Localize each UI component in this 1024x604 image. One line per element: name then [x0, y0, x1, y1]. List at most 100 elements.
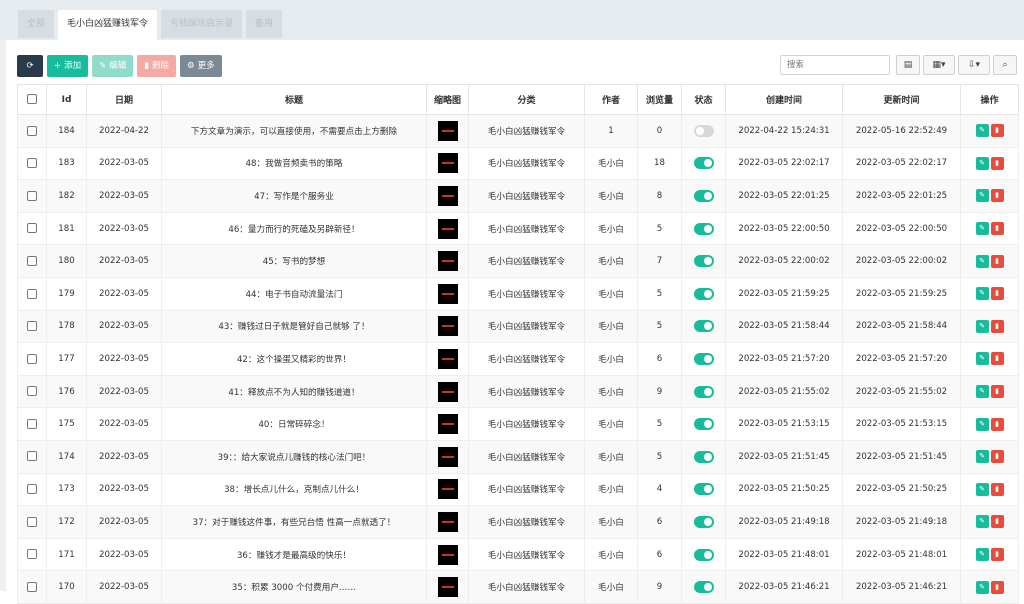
delete-button[interactable]: ▮ 删除	[137, 55, 176, 77]
export-dropdown[interactable]: ⇩▾	[958, 55, 990, 75]
row-edit-button[interactable]: ✎	[975, 417, 989, 431]
row-edit-button[interactable]: ✎	[975, 222, 989, 236]
table-row[interactable]: 175 2022-03-05 40：日常碎碎念！ 毛小白凶猛赚钱军令 毛小白 5 2022-…	[17, 407, 1019, 441]
status-toggle[interactable]	[693, 189, 714, 202]
thumbnail-image[interactable]	[437, 218, 458, 239]
table-row[interactable]: 174 2022-03-05 39：：给大家说点儿赚钱的核心法门吧！ 毛小白凶猛赚钱军…	[17, 439, 1019, 474]
status-toggle[interactable]	[693, 124, 714, 137]
status-toggle[interactable]	[693, 222, 714, 235]
status-toggle[interactable]	[693, 287, 714, 300]
row-delete-button[interactable]: ▮	[990, 482, 1004, 496]
row-delete-button[interactable]: ▮	[990, 156, 1004, 170]
toggle-view-button[interactable]: ▤	[896, 55, 920, 75]
row-delete-button[interactable]: ▮	[990, 189, 1004, 203]
status-toggle[interactable]	[693, 255, 714, 268]
status-toggle[interactable]	[693, 581, 714, 594]
row-checkbox[interactable]	[27, 288, 37, 299]
row-checkbox[interactable]	[27, 158, 37, 169]
search-input[interactable]	[780, 55, 890, 75]
col-header-updated[interactable]: 更新时间	[842, 84, 961, 115]
row-checkbox[interactable]	[27, 451, 37, 462]
row-delete-button[interactable]: ▮	[990, 254, 1004, 268]
edit-button[interactable]: ✎ 编辑	[92, 55, 134, 77]
status-toggle[interactable]	[693, 418, 714, 431]
tab-loss-lessons[interactable]: 亏钱踩坑启示录	[161, 10, 243, 38]
row-edit-button[interactable]: ✎	[975, 385, 989, 399]
add-button[interactable]: + 添加	[47, 55, 89, 77]
status-toggle[interactable]	[693, 320, 714, 333]
table-row[interactable]: 171 2022-03-05 36：赚钱才是最高级的快乐！ 毛小白凶猛赚钱军令 毛小白 6…	[17, 537, 1019, 572]
row-delete-button[interactable]: ▮	[990, 124, 1004, 138]
table-row[interactable]: 172 2022-03-05 37：对于赚钱这件事，有些兄台悟 性高一点就透了！ 毛小…	[17, 505, 1019, 539]
thumbnail-image[interactable]	[437, 381, 458, 402]
refresh-button[interactable]: ⟳	[17, 55, 43, 77]
col-header-created[interactable]: 创建时间	[725, 84, 843, 115]
thumbnail-image[interactable]	[437, 577, 458, 598]
row-checkbox[interactable]	[27, 353, 37, 364]
table-row[interactable]: 176 2022-03-05 41：释放点不为人知的赚钱道道！ 毛小白凶猛赚钱军令 毛小…	[17, 374, 1019, 409]
row-delete-button[interactable]: ▮	[990, 287, 1004, 301]
status-toggle[interactable]	[693, 548, 714, 561]
row-edit-button[interactable]: ✎	[975, 189, 989, 203]
row-checkbox[interactable]	[27, 223, 37, 234]
thumbnail-image[interactable]	[437, 511, 458, 532]
row-edit-button[interactable]: ✎	[975, 450, 989, 464]
status-toggle[interactable]	[693, 385, 714, 398]
table-row[interactable]: 180 2022-03-05 45：写书的梦想 毛小白凶猛赚钱军令 毛小白 7 2022-0…	[17, 244, 1019, 278]
tab-all[interactable]: 全部	[18, 10, 55, 38]
row-edit-button[interactable]: ✎	[975, 287, 989, 301]
col-header-author[interactable]: 作者	[584, 84, 638, 115]
table-row[interactable]: 179 2022-03-05 44：电子书自动流量法门 毛小白凶猛赚钱军令 毛小白 5 20…	[17, 276, 1019, 311]
tab-backup[interactable]: 备用	[246, 10, 283, 38]
columns-dropdown[interactable]: ▦▾	[923, 55, 955, 75]
status-toggle[interactable]	[693, 157, 714, 170]
table-row[interactable]: 181 2022-03-05 46：量力而行的死磕及另辟新径！ 毛小白凶猛赚钱军令 毛小…	[17, 211, 1019, 246]
thumbnail-image[interactable]	[437, 544, 458, 565]
row-edit-button[interactable]: ✎	[975, 548, 989, 562]
col-header-views[interactable]: 浏览量	[637, 84, 682, 115]
row-edit-button[interactable]: ✎	[975, 352, 989, 366]
thumbnail-image[interactable]	[437, 120, 458, 141]
thumbnail-image[interactable]	[437, 414, 458, 435]
row-edit-button[interactable]: ✎	[975, 580, 989, 594]
table-row[interactable]: 178 2022-03-05 43：赚钱过日子就是管好自己就够 了！ 毛小白凶猛赚钱军…	[17, 309, 1019, 344]
advanced-search-button[interactable]: ⌕	[993, 55, 1017, 75]
row-checkbox[interactable]	[27, 484, 37, 495]
row-checkbox[interactable]	[27, 549, 37, 560]
status-toggle[interactable]	[693, 352, 714, 365]
col-header-title[interactable]: 标题	[161, 84, 427, 115]
row-edit-button[interactable]: ✎	[975, 254, 989, 268]
row-delete-button[interactable]: ▮	[990, 222, 1004, 236]
row-edit-button[interactable]: ✎	[975, 124, 989, 138]
col-header-category[interactable]: 分类	[468, 84, 585, 115]
thumbnail-image[interactable]	[437, 153, 458, 174]
table-row[interactable]: 173 2022-03-05 38：增长点儿什么，克制点儿什么！ 毛小白凶猛赚钱军令毛…	[17, 472, 1019, 507]
table-row[interactable]: 170 2022-03-05 35：积累 3000 个付费用户…… 毛小白凶猛赚钱军令…	[17, 570, 1019, 604]
thumbnail-image[interactable]	[437, 283, 458, 304]
row-delete-button[interactable]: ▮	[990, 417, 1004, 431]
table-row[interactable]: 182 2022-03-05 47：写作是个服务业 毛小白凶猛赚钱军令 毛小白 8 2022…	[17, 179, 1019, 213]
row-delete-button[interactable]: ▮	[990, 450, 1004, 464]
row-checkbox[interactable]	[27, 418, 37, 429]
status-toggle[interactable]	[693, 483, 714, 496]
row-delete-button[interactable]: ▮	[990, 515, 1004, 529]
row-edit-button[interactable]: ✎	[975, 319, 989, 333]
table-row[interactable]: 184 2022-04-22 下方文章为演示，可以直接使用，不需要点击上方删除 毛小白…	[17, 114, 1019, 148]
row-delete-button[interactable]: ▮	[990, 548, 1004, 562]
tab-money-orders[interactable]: 毛小白凶猛赚钱军令	[58, 10, 158, 40]
col-header-status[interactable]: 状态	[681, 84, 726, 115]
row-delete-button[interactable]: ▮	[990, 352, 1004, 366]
more-button[interactable]: ⚙ 更多	[179, 55, 222, 77]
col-header-id[interactable]: Id	[46, 84, 87, 115]
row-checkbox[interactable]	[27, 581, 37, 592]
row-checkbox[interactable]	[27, 516, 37, 527]
thumbnail-image[interactable]	[437, 316, 458, 337]
thumbnail-image[interactable]	[437, 348, 458, 369]
row-edit-button[interactable]: ✎	[975, 515, 989, 529]
row-delete-button[interactable]: ▮	[990, 385, 1004, 399]
status-toggle[interactable]	[693, 515, 714, 528]
table-row[interactable]: 183 2022-03-05 48：我做音频卖书的策略 毛小白凶猛赚钱军令 毛小白 18 2…	[17, 146, 1019, 181]
row-checkbox[interactable]	[27, 125, 37, 136]
col-header-date[interactable]: 日期	[86, 84, 162, 115]
select-all-checkbox[interactable]	[27, 94, 37, 105]
